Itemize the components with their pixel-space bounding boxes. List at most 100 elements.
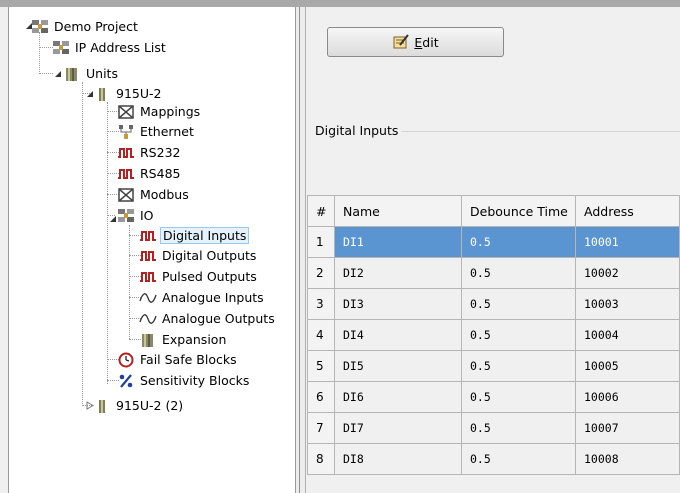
name-cell[interactable]: DI4 [335,320,462,351]
tree-item-expansion[interactable]: Expansion [139,330,228,349]
row-number[interactable]: 3 [308,289,335,320]
address-cell[interactable]: 10004 [576,320,680,351]
tree-item-digital-inputs[interactable]: Digital Inputs [139,226,250,245]
debounce-time-cell[interactable]: 0.5 [462,413,576,444]
column-header-debounce-time[interactable]: Debounce Time [462,196,576,227]
row-number[interactable]: 2 [308,258,335,289]
tree-item-label: Sensitivity Blocks [140,373,250,388]
table-row[interactable]: 8 DI8 0.5 10008 [308,444,680,475]
tree-item-fail-safe-blocks[interactable]: Fail Safe Blocks [117,350,239,369]
tree-item-label: Pulsed Outputs [162,269,257,284]
address-cell[interactable]: 10006 [576,382,680,413]
tree-item-label: RS232 [140,145,181,160]
tree-item-label: Mappings [140,104,201,119]
table-row[interactable]: 5 DI5 0.5 10005 [308,351,680,382]
tree-line [107,102,108,384]
row-number[interactable]: 5 [308,351,335,382]
group-separator [399,131,680,132]
tree-item-label: Units [86,66,118,81]
tree-item-io[interactable]: IO [117,206,156,225]
address-cell[interactable]: 10008 [576,444,680,475]
tree-line [39,32,40,74]
tree-item-label: Modbus [140,187,189,202]
analogue-wave-icon [139,311,157,327]
table-row[interactable]: 4 DI4 0.5 10004 [308,320,680,351]
address-cell[interactable]: 10003 [576,289,680,320]
group-title: Digital Inputs [315,123,402,138]
tree-item-ethernet[interactable]: Ethernet [117,122,196,141]
name-cell[interactable]: DI1 [335,227,462,258]
network-icon [31,19,49,35]
debounce-time-cell[interactable]: 0.5 [462,351,576,382]
digital-inputs-grid[interactable]: # Name Debounce Time Address 1 DI1 0.5 1000… [307,195,680,475]
tree-item-analogue-outputs[interactable]: Analogue Outputs [139,309,277,328]
tree-item-label: IO [140,208,154,223]
row-number[interactable]: 8 [308,444,335,475]
tree-item-analogue-inputs[interactable]: Analogue Inputs [139,288,266,307]
name-cell[interactable]: DI6 [335,382,462,413]
debounce-time-cell[interactable]: 0.5 [462,289,576,320]
tree-item-label: Ethernet [140,124,194,139]
grid-header-row: # Name Debounce Time Address [308,196,680,227]
tree-item-digital-outputs[interactable]: Digital Outputs [139,246,258,265]
table-row[interactable]: 3 DI3 0.5 10003 [308,289,680,320]
table-row[interactable]: 7 DI7 0.5 10007 [308,413,680,444]
tree-item-pulsed-outputs[interactable]: Pulsed Outputs [139,267,259,286]
tree-item-units[interactable]: Units [63,64,120,83]
tree-item-mappings[interactable]: Mappings [117,102,202,121]
panel-splitter[interactable] [296,7,306,493]
debounce-time-cell[interactable]: 0.5 [462,320,576,351]
address-cell[interactable]: 10007 [576,413,680,444]
tree-item-label: Digital Inputs [160,227,250,244]
tree-item-unit-915u-2-2[interactable]: 915U-2 (2) [93,396,185,415]
name-cell[interactable]: DI3 [335,289,462,320]
tree-line [39,73,53,74]
device-icon [93,86,111,102]
name-cell[interactable]: DI2 [335,258,462,289]
tree-item-sensitivity-blocks[interactable]: Sensitivity Blocks [117,371,251,390]
percent-icon [117,373,135,389]
debounce-time-cell[interactable]: 0.5 [462,258,576,289]
address-cell[interactable]: 10002 [576,258,680,289]
tree-line [129,225,130,339]
column-header-address[interactable]: Address [576,196,680,227]
digital-io-icon [139,248,157,264]
name-cell[interactable]: DI7 [335,413,462,444]
tree-item-ip-address-list[interactable]: IP Address List [52,38,168,57]
tree-item-modbus[interactable]: Modbus [117,185,191,204]
edit-button[interactable]: Edit [327,27,504,57]
digital-io-icon [139,228,157,244]
table-row[interactable]: 2 DI2 0.5 10002 [308,258,680,289]
device-icon [93,398,111,414]
collapse-icon[interactable] [53,69,62,78]
tree-item-label: 915U-2 (2) [116,398,184,413]
tree-item-label: Analogue Outputs [162,311,275,326]
address-cell[interactable]: 10005 [576,351,680,382]
column-header-number[interactable]: # [308,196,335,227]
debounce-time-cell[interactable]: 0.5 [462,444,576,475]
mappings-icon [117,104,135,120]
name-cell[interactable]: DI5 [335,351,462,382]
tree-line [82,82,83,406]
tree-item-rs485[interactable]: RS485 [117,164,182,183]
table-row[interactable]: 6 DI6 0.5 10006 [308,382,680,413]
row-number[interactable]: 1 [308,227,335,258]
serial-port-icon [117,166,135,182]
collapse-icon[interactable] [108,214,117,223]
tree-item-unit-915u-2[interactable]: 915U-2 [93,84,163,103]
expansion-icon [139,332,157,348]
table-row[interactable]: 1 DI1 0.5 10001 [308,227,680,258]
address-cell[interactable]: 10001 [576,227,680,258]
analogue-wave-icon [139,290,157,306]
name-cell[interactable]: DI8 [335,444,462,475]
debounce-time-cell[interactable]: 0.5 [462,227,576,258]
row-number[interactable]: 4 [308,320,335,351]
project-tree[interactable]: Demo Project IP Address List Units 915U-… [8,7,296,493]
tree-item-label: Digital Outputs [162,248,257,263]
row-number[interactable]: 7 [308,413,335,444]
tree-item-demo-project[interactable]: Demo Project [31,17,140,36]
debounce-time-cell[interactable]: 0.5 [462,382,576,413]
tree-item-rs232[interactable]: RS232 [117,143,182,162]
row-number[interactable]: 6 [308,382,335,413]
column-header-name[interactable]: Name [335,196,462,227]
